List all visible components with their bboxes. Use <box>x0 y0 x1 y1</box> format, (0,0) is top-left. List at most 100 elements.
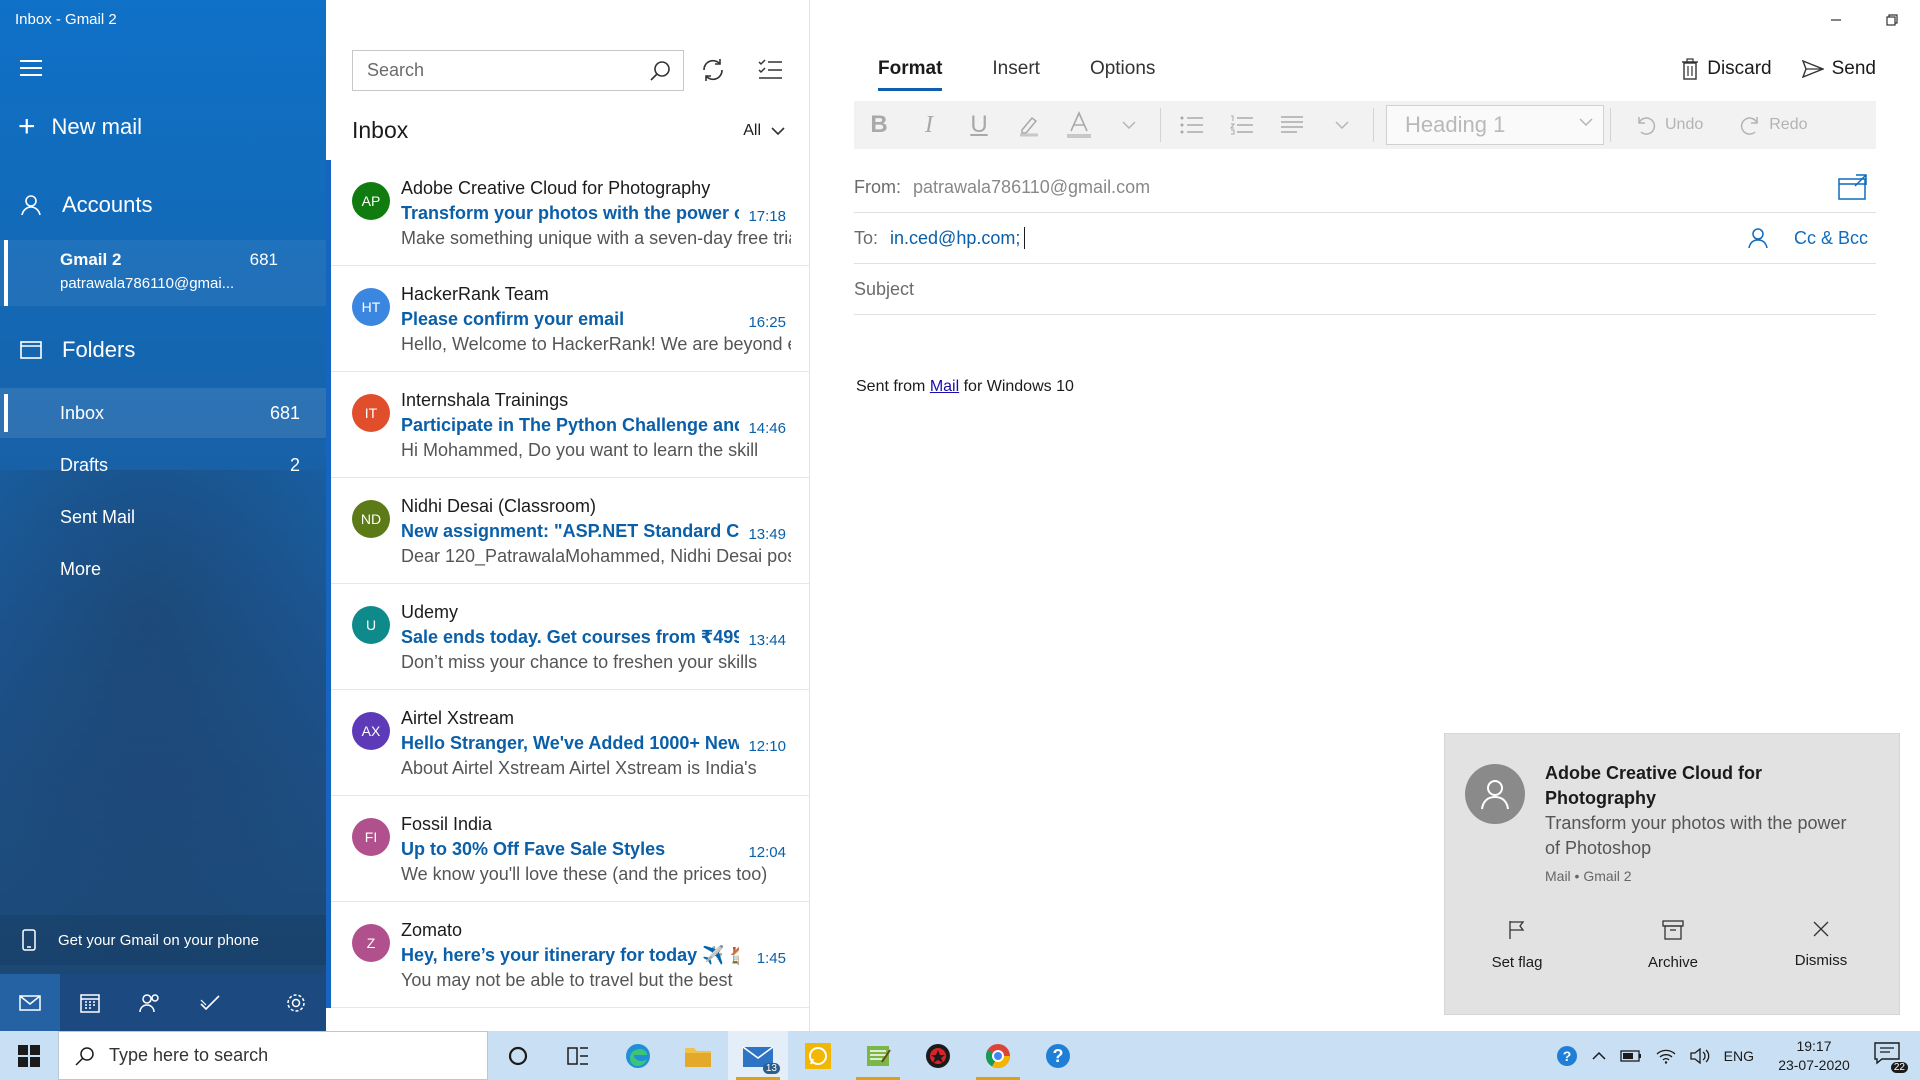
message-item[interactable]: HT HackerRank Team Please confirm your e… <box>326 266 809 372</box>
to-label: To: <box>854 227 879 248</box>
message-item[interactable]: IT Internshala Trainings Participate in … <box>326 372 809 478</box>
paragraph-options-dropdown[interactable] <box>1317 101 1367 149</box>
checkmark-icon <box>200 994 220 1010</box>
message-item[interactable]: Z Zomato Hey, here’s your itinerary for … <box>326 902 809 1008</box>
message-item[interactable]: FI Fossil India Up to 30% Off Fave Sale … <box>326 796 809 902</box>
alignment-button[interactable] <box>1267 101 1317 149</box>
toast-title: Adobe Creative Cloud for Photography <box>1545 763 1763 808</box>
mail-icon <box>19 994 41 1011</box>
message-preview: Hello, Welcome to HackerRank! We are bey… <box>401 334 791 354</box>
minimize-icon <box>1831 19 1841 21</box>
account-item-gmail2[interactable]: Gmail 2 681 patrawala786110@gmai... <box>0 240 326 306</box>
send-button[interactable]: Send <box>1801 58 1876 80</box>
ribbon-divider <box>1373 108 1374 142</box>
mail-switch-button[interactable] <box>0 974 60 1031</box>
file-explorer-button[interactable] <box>668 1031 728 1080</box>
selection-mode-button[interactable] <box>756 56 786 86</box>
sync-button[interactable] <box>699 56 729 86</box>
settings-button[interactable] <box>266 974 326 1031</box>
folder-item-sent-mail[interactable]: Sent Mail <box>0 492 326 542</box>
font-color-button[interactable] <box>1054 101 1104 149</box>
language-indicator[interactable]: ENG <box>1724 1048 1754 1064</box>
account-name: Gmail 2 <box>60 250 122 269</box>
unread-indicator <box>326 160 331 266</box>
accounts-heading[interactable]: Accounts <box>20 192 153 218</box>
mail-app-button[interactable]: 13 <box>728 1031 788 1080</box>
numbering-button[interactable] <box>1217 101 1267 149</box>
tab-options[interactable]: Options <box>1090 58 1155 80</box>
highlight-button[interactable] <box>1004 101 1054 149</box>
send-icon <box>1801 60 1824 78</box>
plus-icon: + <box>18 110 36 143</box>
highlighter-icon <box>1020 116 1038 137</box>
folder-item-more[interactable]: More <box>0 544 326 594</box>
folder-item-inbox[interactable]: Inbox 681 <box>0 388 326 438</box>
tab-insert[interactable]: Insert <box>992 58 1040 80</box>
subject-field[interactable]: Subject <box>854 264 1876 315</box>
bold-button[interactable]: B <box>854 101 904 149</box>
italic-button[interactable]: I <box>904 101 954 149</box>
task-view-button[interactable] <box>548 1031 608 1080</box>
hamburger-menu-button[interactable] <box>20 60 42 78</box>
undo-button[interactable]: Undo <box>1617 114 1721 136</box>
help-icon[interactable]: ? <box>1556 1045 1578 1067</box>
bullets-button[interactable] <box>1167 101 1217 149</box>
tab-format[interactable]: Format <box>878 58 943 91</box>
shield-app-button[interactable] <box>908 1031 968 1080</box>
message-time: 1:45 <box>756 950 786 967</box>
avatar: ND <box>352 500 390 538</box>
subject-placeholder: Subject <box>854 278 915 299</box>
message-item[interactable]: ND Nidhi Desai (Classroom) New assignmen… <box>326 478 809 584</box>
folders-heading[interactable]: Folders <box>20 337 135 363</box>
volume-icon[interactable] <box>1690 1047 1710 1064</box>
mail-link[interactable]: Mail <box>930 378 959 395</box>
people-switch-button[interactable] <box>120 974 180 1031</box>
clock[interactable]: 19:17 23-07-2020 <box>1768 1037 1860 1075</box>
redo-button[interactable]: Redo <box>1721 114 1825 136</box>
folder-item-drafts[interactable]: Drafts 2 <box>0 440 326 490</box>
notepad-app-button[interactable] <box>848 1031 908 1080</box>
new-mail-label: New mail <box>51 114 142 139</box>
chrome-button[interactable] <box>968 1031 1028 1080</box>
style-select[interactable]: Heading 1 <box>1386 105 1604 145</box>
action-center-button[interactable]: 22 <box>1874 1041 1908 1073</box>
from-field[interactable]: From: patrawala786110@gmail.com <box>854 162 1876 213</box>
edge-browser-button[interactable] <box>608 1031 668 1080</box>
help-app-button[interactable]: ? <box>1028 1031 1088 1080</box>
wifi-icon[interactable] <box>1656 1048 1676 1064</box>
cortana-button[interactable] <box>488 1031 548 1080</box>
chevron-down-icon <box>1335 120 1349 129</box>
dismiss-button[interactable]: Dismiss <box>1761 920 1881 969</box>
taskbar-search-input[interactable]: Type here to search <box>58 1031 488 1080</box>
get-gmail-on-phone-link[interactable]: Get your Gmail on your phone <box>0 915 326 965</box>
notification-toast[interactable]: Adobe Creative Cloud for Photography Tra… <box>1444 733 1900 1015</box>
message-item[interactable]: U Udemy Sale ends today. Get courses fro… <box>326 584 809 690</box>
archive-button[interactable]: Archive <box>1613 920 1733 971</box>
start-button[interactable] <box>0 1031 58 1080</box>
filter-dropdown[interactable]: All <box>743 122 785 140</box>
message-item[interactable]: AX Airtel Xstream Hello Stranger, We've … <box>326 690 809 796</box>
message-item[interactable]: AP Adobe Creative Cloud for Photography … <box>326 160 809 266</box>
new-mail-button[interactable]: + New mail <box>18 110 142 143</box>
calendar-switch-button[interactable] <box>60 974 120 1031</box>
minimize-button[interactable] <box>1816 8 1856 32</box>
search-input[interactable]: Search <box>352 50 684 91</box>
cc-bcc-button[interactable]: Cc & Bcc <box>1794 228 1868 249</box>
whatsapp-button[interactable] <box>788 1031 848 1080</box>
unread-indicator <box>326 902 331 1008</box>
selection-indicator <box>4 394 8 432</box>
contact-picker-icon[interactable] <box>1748 227 1768 249</box>
to-recipient[interactable]: in.ced@hp.com; <box>890 228 1020 249</box>
battery-icon[interactable] <box>1620 1049 1642 1062</box>
chevron-up-icon[interactable] <box>1592 1051 1606 1060</box>
help-icon: ? <box>1046 1043 1070 1068</box>
font-options-dropdown[interactable] <box>1104 101 1154 149</box>
discard-button[interactable]: Discard <box>1681 58 1772 80</box>
pop-out-icon[interactable] <box>1838 174 1868 200</box>
underline-button[interactable]: U <box>954 101 1004 149</box>
to-field[interactable]: To: in.ced@hp.com; Cc & Bcc <box>854 213 1876 264</box>
restore-button[interactable] <box>1872 8 1912 32</box>
set-flag-button[interactable]: Set flag <box>1457 920 1577 971</box>
todo-switch-button[interactable] <box>180 974 240 1031</box>
search-icon[interactable] <box>649 60 671 82</box>
